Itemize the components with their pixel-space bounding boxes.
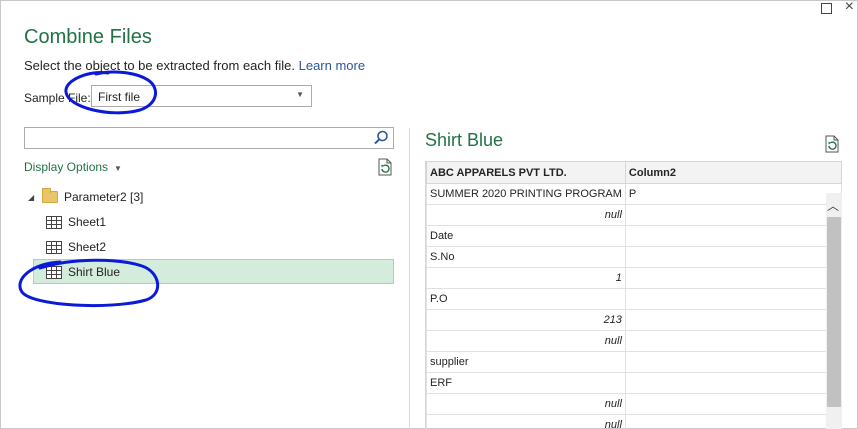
refresh-icon[interactable] <box>376 158 394 176</box>
tree-item-label: Sheet1 <box>68 215 107 229</box>
table-cell: supplier <box>426 351 626 373</box>
table-cell: S.No <box>426 246 626 268</box>
tree-folder-parameter2[interactable]: ◢ Parameter2 [3] <box>28 185 143 209</box>
table-cell: null <box>426 393 626 415</box>
dialog-title: Combine Files <box>24 26 152 48</box>
table-cell: P.O <box>426 288 626 310</box>
table-cell: 1 <box>426 267 626 289</box>
close-icon[interactable]: × <box>845 0 854 15</box>
instruction-label: Select the object to be extracted from e… <box>24 58 295 73</box>
table-cell: SUMMER 2020 PRINTING PROGRAM <box>426 183 626 205</box>
tree-item-label: Sheet2 <box>68 240 107 254</box>
chevron-down-icon: ▼ <box>296 90 304 99</box>
column-header[interactable]: Column2 <box>624 161 842 184</box>
table-cell <box>624 288 842 310</box>
table-cell <box>624 330 842 352</box>
table-cell <box>624 267 842 289</box>
scrollbar-thumb[interactable] <box>827 217 841 407</box>
table-icon <box>46 215 62 229</box>
sample-file-label: Sample File: <box>24 91 91 105</box>
maximize-icon[interactable] <box>821 3 832 14</box>
table-icon <box>46 265 62 279</box>
folder-label: Parameter2 [3] <box>64 190 144 204</box>
search-icon[interactable] <box>372 129 390 147</box>
table-row: Date <box>426 225 842 247</box>
tree-item-sheet2[interactable]: Sheet2 <box>46 235 106 259</box>
expand-arrow-icon[interactable]: ◢ <box>28 193 38 202</box>
sample-file-value: First file <box>98 90 140 104</box>
table-row: null <box>426 414 842 429</box>
table-cell: 213 <box>426 309 626 331</box>
table-cell: null <box>426 204 626 226</box>
folder-icon <box>42 188 58 203</box>
table-cell: P <box>624 183 842 205</box>
table-row: S.No <box>426 246 842 268</box>
preview-grid: ABC APPARELS PVT LTD. Column2 SUMMER 202… <box>425 161 842 429</box>
table-cell: Date <box>426 225 626 247</box>
table-cell <box>624 225 842 247</box>
table-row: P.O <box>426 288 842 310</box>
table-cell <box>624 204 842 226</box>
table-cell <box>624 351 842 373</box>
refresh-icon[interactable] <box>823 135 841 153</box>
caret-down-icon: ▼ <box>114 164 122 173</box>
tree-item-label: Shirt Blue <box>68 265 121 279</box>
table-cell <box>624 393 842 415</box>
display-options-label: Display Options <box>24 160 109 174</box>
table-row: supplier <box>426 351 842 373</box>
table-cell: null <box>426 330 626 352</box>
table-row: null <box>426 204 842 226</box>
instruction-text: Select the object to be extracted from e… <box>24 58 365 73</box>
learn-more-link[interactable]: Learn more <box>299 58 365 73</box>
table-row: null <box>426 330 842 352</box>
scroll-up-icon[interactable]: ︿ <box>827 197 839 214</box>
table-cell <box>624 309 842 331</box>
table-row: SUMMER 2020 PRINTING PROGRAM P <box>426 183 842 205</box>
column-header[interactable]: ABC APPARELS PVT LTD. <box>426 161 626 184</box>
table-icon <box>46 240 62 254</box>
tree-item-shirt-blue[interactable]: Shirt Blue <box>46 260 120 284</box>
table-row: ERF <box>426 372 842 394</box>
table-row: 213 <box>426 309 842 331</box>
vertical-scrollbar[interactable]: ︿ <box>826 193 842 429</box>
table-cell <box>624 372 842 394</box>
pane-splitter[interactable] <box>409 128 410 429</box>
preview-title: Shirt Blue <box>425 130 504 150</box>
table-row: 1 <box>426 267 842 289</box>
table-row: null <box>426 393 842 415</box>
sample-file-dropdown[interactable]: First file ▼ <box>91 85 312 107</box>
table-cell: ERF <box>426 372 626 394</box>
display-options-menu[interactable]: Display Options ▼ <box>24 160 122 174</box>
table-cell: null <box>426 414 626 429</box>
table-cell <box>624 414 842 429</box>
table-cell <box>624 246 842 268</box>
search-input[interactable] <box>24 127 394 149</box>
tree-item-sheet1[interactable]: Sheet1 <box>46 210 106 234</box>
